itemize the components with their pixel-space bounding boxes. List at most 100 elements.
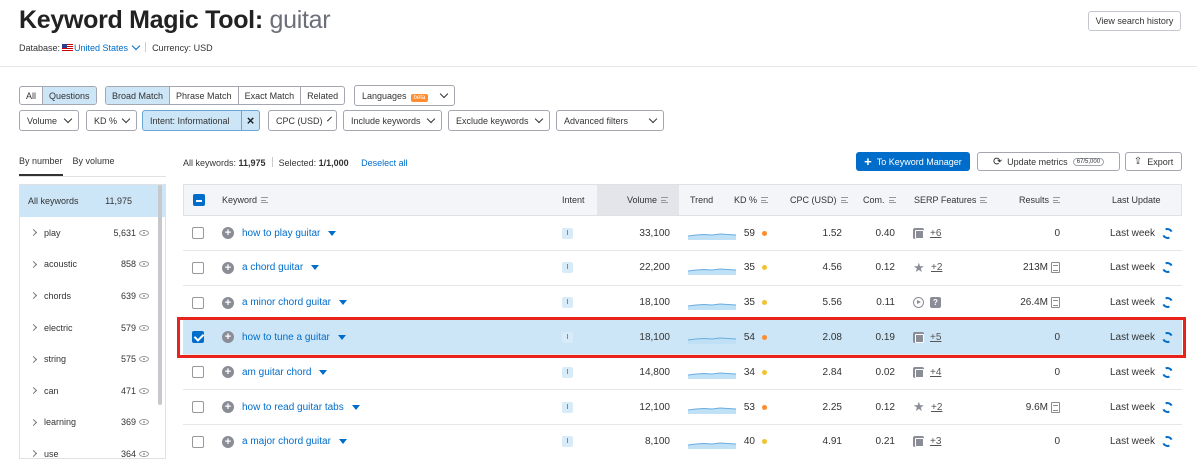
sidebar-item-string[interactable]: string 575 — [20, 343, 165, 375]
serp-snapshot-icon[interactable] — [1051, 297, 1060, 309]
exclude-keywords-dropdown[interactable]: Exclude keywords — [448, 110, 550, 131]
add-keyword-icon[interactable]: + — [222, 401, 234, 413]
row-checkbox[interactable] — [192, 331, 204, 344]
tab-phrase-match[interactable]: Phrase Match — [169, 87, 238, 104]
sidebar-item-learning[interactable]: learning 369 — [20, 407, 165, 439]
serp-more-link[interactable]: +2 — [931, 402, 942, 413]
sidebar-item-can[interactable]: can 471 — [20, 375, 165, 407]
serp-more-link[interactable]: +3 — [930, 436, 941, 447]
eye-icon[interactable] — [139, 387, 149, 394]
tab-related[interactable]: Related — [300, 87, 344, 104]
serp-more-link[interactable]: +2 — [931, 262, 942, 273]
row-checkbox[interactable] — [192, 401, 204, 413]
sidebar-item-all-keywords[interactable]: All keywords 11,975 — [20, 185, 165, 217]
serp-more-link[interactable]: +5 — [930, 332, 941, 343]
tab-by-volume[interactable]: By volume — [73, 156, 115, 176]
intent-filter-dropdown[interactable]: Intent: Informational — [142, 110, 242, 131]
refresh-icon[interactable] — [1160, 365, 1175, 380]
tab-broad-match[interactable]: Broad Match — [106, 87, 170, 104]
keyword-link[interactable]: a minor chord guitar — [242, 297, 331, 308]
serp-snapshot-icon[interactable] — [1051, 401, 1060, 413]
advanced-filters-dropdown[interactable]: Advanced filters — [556, 110, 664, 131]
eye-icon[interactable] — [139, 229, 149, 236]
col-keyword[interactable]: Keyword — [222, 185, 269, 215]
volume-dropdown[interactable]: Volume — [19, 110, 79, 131]
col-cpc[interactable]: CPC (USD) — [790, 185, 848, 215]
col-results[interactable]: Results — [1019, 185, 1061, 215]
serp-more-link[interactable]: +4 — [930, 367, 941, 378]
to-keyword-manager-button[interactable]: + To Keyword Manager — [856, 152, 970, 171]
refresh-icon[interactable] — [1160, 434, 1175, 449]
keyword-link[interactable]: how to tune a guitar — [242, 332, 330, 343]
kd-dropdown[interactable]: KD % — [86, 110, 137, 131]
eye-icon[interactable] — [139, 324, 149, 331]
table-row[interactable]: + how to play guitar I 33,100 59 1.52 0.40 +6 0 L… — [183, 216, 1182, 251]
serp-snapshot-icon[interactable] — [1051, 262, 1060, 274]
view-search-history-button[interactable]: View search history — [1088, 11, 1181, 31]
keyword-link[interactable]: how to read guitar tabs — [242, 402, 344, 413]
refresh-icon[interactable] — [1160, 295, 1175, 310]
add-keyword-icon[interactable]: + — [222, 227, 234, 239]
eye-icon[interactable] — [139, 261, 149, 268]
sidebar-item-electric[interactable]: electric 579 — [20, 312, 165, 344]
caret-down-icon[interactable] — [338, 300, 347, 306]
add-keyword-icon[interactable]: + — [222, 296, 234, 309]
sidebar-item-acoustic[interactable]: acoustic 858 — [20, 249, 165, 281]
table-row[interactable]: + a major chord guitar I 8,100 40 4.91 0.21 +3 0… — [183, 425, 1182, 459]
eye-icon[interactable] — [139, 356, 149, 363]
sidebar-item-use[interactable]: use 364 — [20, 438, 165, 458]
caret-down-icon[interactable] — [351, 404, 360, 410]
tab-questions[interactable]: Questions — [42, 87, 96, 104]
eye-icon[interactable] — [139, 450, 149, 457]
caret-down-icon[interactable] — [311, 265, 320, 271]
export-button[interactable]: ⇪ Export — [1125, 152, 1182, 171]
keyword-link[interactable]: a major chord guitar — [242, 436, 331, 447]
update-metrics-button[interactable]: ⟳ Update metrics 67/5,000 — [977, 152, 1120, 171]
eye-icon[interactable] — [139, 292, 149, 299]
database-select[interactable]: United States — [74, 41, 141, 53]
caret-down-icon[interactable] — [319, 369, 328, 375]
caret-down-icon[interactable] — [328, 230, 337, 236]
caret-down-icon[interactable] — [337, 334, 346, 340]
row-checkbox[interactable] — [192, 435, 204, 448]
tab-exact-match[interactable]: Exact Match — [237, 87, 301, 104]
eye-icon[interactable] — [139, 419, 149, 426]
table-row[interactable]: + a chord guitar I 22,200 35 4.56 0.12 ★ +2 213M L… — [183, 251, 1182, 286]
row-checkbox[interactable] — [192, 296, 204, 309]
sidebar-item-play[interactable]: play 5,631 — [20, 217, 165, 249]
table-row[interactable]: + how to read guitar tabs I 12,100 53 2.25 0.1… — [183, 390, 1182, 425]
table-row[interactable]: + a minor chord guitar I 18,100 35 5.56 0.11? 2… — [183, 286, 1182, 321]
tab-by-number[interactable]: By number — [19, 156, 63, 176]
add-keyword-icon[interactable]: + — [222, 366, 234, 379]
sidebar-scrollbar[interactable] — [158, 185, 162, 405]
col-kd[interactable]: KD % — [734, 185, 769, 215]
row-checkbox[interactable] — [192, 227, 204, 239]
table-row[interactable]: + how to tune a guitar I 18,100 54 2.08 0.19 +5… — [183, 320, 1182, 356]
refresh-icon[interactable] — [1160, 225, 1175, 241]
select-all-checkbox[interactable] — [193, 194, 205, 206]
keyword-link[interactable]: a chord guitar — [242, 262, 303, 273]
refresh-icon[interactable] — [1160, 330, 1175, 345]
add-keyword-icon[interactable]: + — [222, 261, 234, 274]
table-row[interactable]: + am guitar chord I 14,800 34 2.84 0.02 +4 0 Last… — [183, 355, 1182, 391]
include-keywords-dropdown[interactable]: Include keywords — [343, 110, 442, 131]
refresh-icon[interactable] — [1160, 260, 1175, 275]
caret-down-icon[interactable] — [338, 439, 347, 445]
remove-intent-filter-button[interactable]: × — [242, 110, 260, 131]
deselect-all-link[interactable]: Deselect all — [361, 158, 408, 168]
add-keyword-icon[interactable]: + — [222, 331, 234, 344]
row-checkbox[interactable] — [192, 366, 204, 379]
sidebar-item-chords[interactable]: chords 639 — [20, 280, 165, 312]
keyword-link[interactable]: how to play guitar — [242, 228, 320, 239]
tab-all[interactable]: All — [20, 87, 42, 104]
cpc-dropdown[interactable]: CPC (USD) — [268, 110, 337, 131]
keyword-link[interactable]: am guitar chord — [242, 367, 311, 378]
col-competition[interactable]: Com. — [863, 185, 896, 215]
languages-dropdown[interactable]: Languages beta — [354, 85, 455, 106]
refresh-icon[interactable] — [1160, 399, 1175, 415]
serp-more-link[interactable]: +6 — [930, 228, 941, 239]
add-keyword-icon[interactable]: + — [222, 435, 234, 448]
col-volume[interactable]: Volume — [627, 185, 669, 215]
row-checkbox[interactable] — [192, 261, 204, 274]
col-serp-features[interactable]: SERP Features — [914, 185, 988, 215]
